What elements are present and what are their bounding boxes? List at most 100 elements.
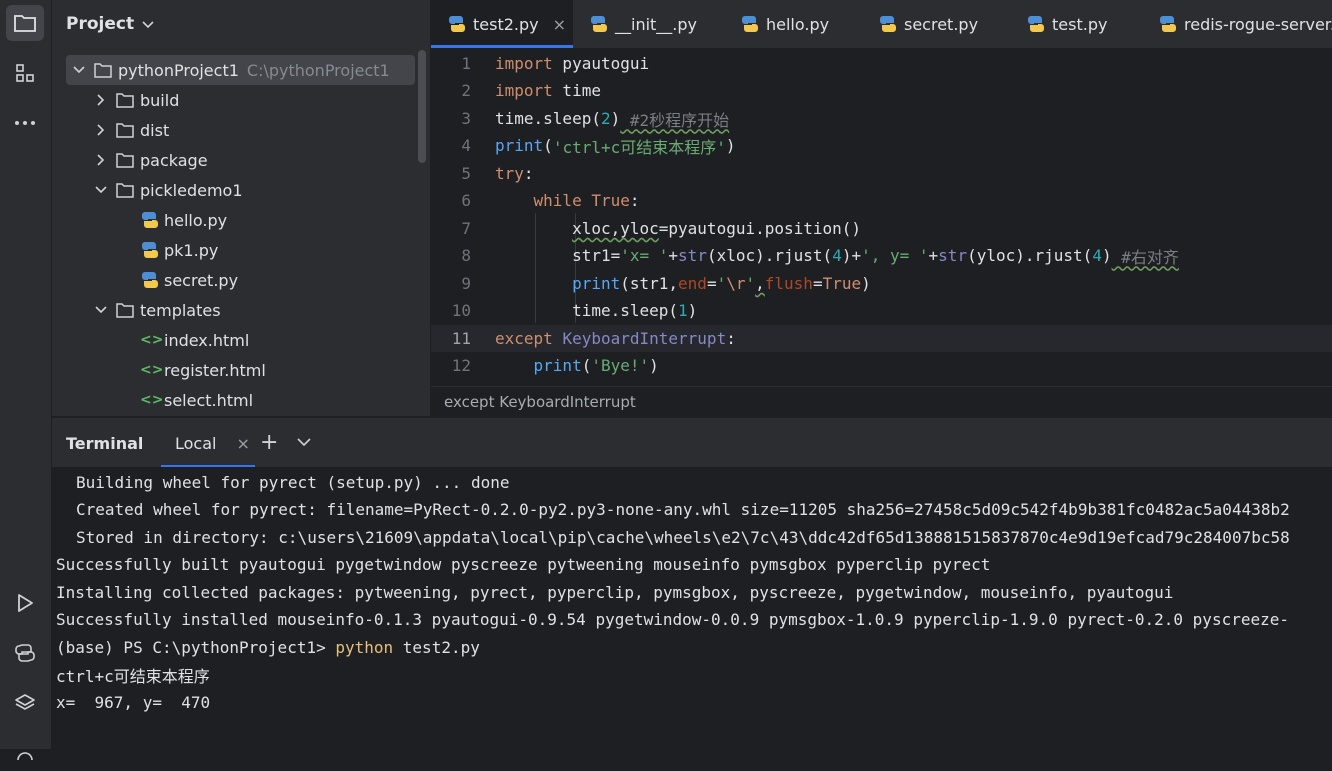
tree-item-index-html[interactable]: <> index.html (52, 325, 430, 355)
project-panel-header[interactable]: Project (66, 12, 154, 36)
code-line-12[interactable]: 12 print('Bye!') (431, 352, 1332, 379)
code-token: KeyboardInterrupt (562, 329, 727, 348)
code-token: print (572, 274, 621, 293)
code-token: except (495, 329, 553, 348)
code-token: 4 (1092, 246, 1102, 265)
tree-item-select-html[interactable]: <> select.html (52, 385, 430, 415)
terminal-header: Terminal Local × + (52, 417, 1332, 468)
tab-label: test.py (1052, 14, 1108, 34)
tree-item-secret-py[interactable]: secret.py (52, 265, 430, 295)
tree-item-label: hello.py (164, 210, 228, 230)
folder-icon (116, 152, 134, 168)
code-line-2[interactable]: 2 import time (431, 77, 1332, 104)
structure-icon (14, 62, 36, 84)
code-line-3[interactable]: 3 time.sleep(2) #2秒程序开始 (431, 105, 1332, 132)
code-line-1[interactable]: 1 import pyautogui (431, 50, 1332, 77)
code-token: 1 (678, 301, 688, 320)
code-editor[interactable]: 1 import pyautogui 2 import time 3 time.… (431, 49, 1332, 386)
add-terminal-icon[interactable]: + (260, 430, 278, 455)
tree-item-build[interactable]: build (52, 85, 430, 115)
tree-item-pickledemo1[interactable]: pickledemo1 (52, 175, 430, 205)
code-line-4[interactable]: 4 print('ctrl+c可结束本程序') (431, 132, 1332, 159)
tab-label: test2.py (473, 14, 539, 34)
python-file-icon (140, 210, 160, 230)
code-line-9[interactable]: 9 print (str1, end = ' \r ', flush = True) (431, 270, 1332, 297)
code-token: )+ (841, 246, 862, 265)
code-token: str1= (572, 246, 621, 265)
terminal-prompt: (base) PS C:\pythonProject1> (56, 638, 336, 657)
python-file-icon (140, 240, 160, 260)
partial-tool-button[interactable] (6, 735, 44, 771)
code-token: , (755, 274, 765, 293)
project-panel-title: Project (66, 14, 135, 34)
code-token: time.sleep( (572, 301, 679, 320)
terminal-line: ctrl+c可结束本程序 (56, 666, 210, 686)
close-icon[interactable]: × (236, 434, 249, 453)
tree-root-pythonProject1[interactable]: pythonProject1 C:\pythonProject1 (66, 55, 415, 85)
tab-redis-rogue-server[interactable]: redis-rogue-server. (1158, 0, 1332, 48)
breadcrumb-item[interactable]: except KeyboardInterrupt (444, 393, 636, 411)
terminal-line: Successfully built pyautogui pygetwindow… (56, 555, 991, 574)
tree-item-register-html[interactable]: <> register.html (52, 355, 430, 385)
code-line-10[interactable]: 10 time.sleep(1) (431, 297, 1332, 324)
chevron-down-icon[interactable] (94, 186, 108, 194)
tree-item-label: pickledemo1 (140, 180, 243, 200)
layers-tool-button[interactable] (6, 685, 44, 721)
python-console-icon (14, 642, 36, 664)
code-token: : (523, 164, 534, 183)
terminal-tab-local[interactable]: Local × (161, 418, 255, 468)
code-line-8[interactable]: 8 str1='x= ' + str (xloc).rjust(4)+ ', y= ' +… (431, 242, 1332, 269)
tab-secret-py[interactable]: secret.py (878, 0, 978, 48)
code-comment: #右对齐 (1111, 247, 1179, 267)
tree-item-dist[interactable]: dist (52, 115, 430, 145)
more-tools-button[interactable] (6, 105, 44, 141)
chevron-right-icon[interactable] (94, 94, 108, 106)
code-line-7[interactable]: 7 xloc,yloc =pyautogui.position() (431, 215, 1332, 242)
tab-init-py[interactable]: __init__.py (589, 0, 697, 48)
close-icon[interactable]: × (553, 15, 566, 34)
project-scrollbar[interactable] (418, 50, 426, 163)
tree-item-hello-py[interactable]: hello.py (52, 205, 430, 235)
code-token: ) (610, 109, 621, 128)
code-line-11[interactable]: 11 except KeyboardInterrupt: (431, 325, 1332, 352)
code-token: flush (764, 274, 813, 293)
python-file-icon (740, 14, 760, 34)
code-token: while (533, 191, 582, 210)
folder-icon (94, 62, 112, 78)
tab-test-py[interactable]: test.py (1026, 0, 1107, 48)
chevron-right-icon[interactable] (94, 124, 108, 136)
code-token: 4 (832, 246, 842, 265)
tree-item-templates[interactable]: templates (52, 295, 430, 325)
code-string: 'ctrl+c可结束本程序' (552, 137, 726, 157)
code-string: ' (745, 274, 756, 293)
code-line-5[interactable]: 5 try: (431, 160, 1332, 187)
project-tool-button[interactable] (6, 5, 44, 41)
tab-hello-py[interactable]: hello.py (740, 0, 829, 48)
line-number: 9 (461, 274, 471, 293)
chevron-down-icon[interactable] (297, 432, 311, 451)
code-token: str (678, 246, 707, 265)
tab-test2-py[interactable]: test2.py × (431, 0, 573, 48)
code-token: try (495, 164, 524, 183)
tree-item-label: build (140, 90, 180, 110)
python-file-icon (589, 14, 609, 34)
terminal-output[interactable]: Building wheel for pyrect (setup.py) ...… (52, 467, 1332, 749)
code-token: str (938, 246, 968, 265)
chevron-down-icon[interactable] (94, 306, 108, 314)
python-console-tool-button[interactable] (6, 635, 44, 671)
breadcrumb[interactable]: except KeyboardInterrupt (431, 386, 1332, 417)
tree-item-package[interactable]: package (52, 145, 430, 175)
run-tool-button[interactable] (6, 585, 44, 621)
chevron-right-icon[interactable] (94, 154, 108, 166)
structure-tool-button[interactable] (6, 55, 44, 91)
code-line-6[interactable]: 6 while True: (431, 187, 1332, 214)
folder-icon (116, 92, 134, 108)
python-file-icon (447, 14, 467, 34)
tree-item-pk1-py[interactable]: pk1.py (52, 235, 430, 265)
code-token: ) (725, 136, 736, 155)
chevron-down-icon[interactable] (72, 66, 86, 74)
